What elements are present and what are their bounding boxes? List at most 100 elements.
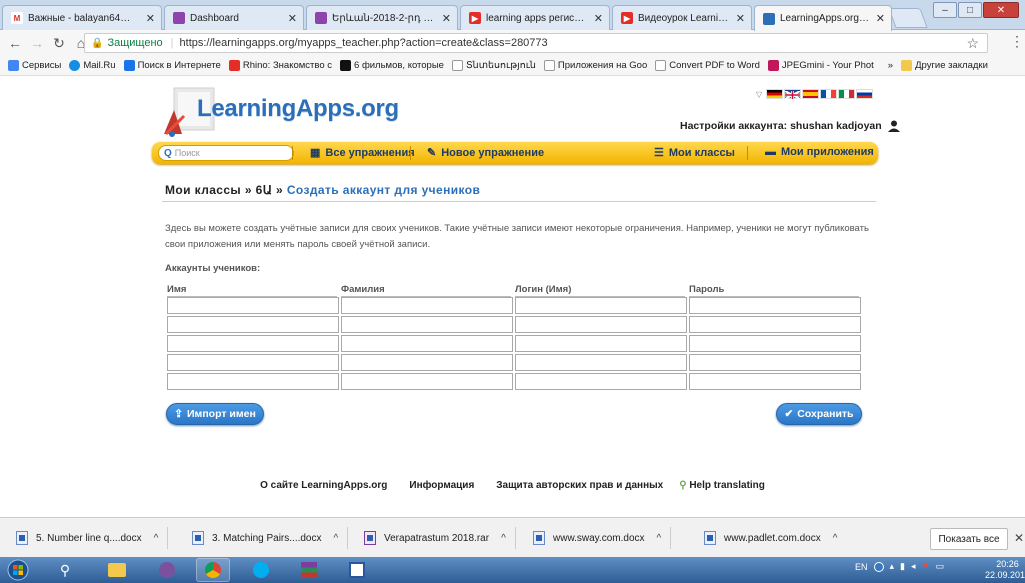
download-item[interactable]: Verapatrastum 2018.rar ^ (364, 525, 516, 551)
volume-icon[interactable]: ◂ (911, 561, 916, 572)
bookmark-item[interactable]: Поиск в Интернете (123, 60, 221, 71)
bookmark-item[interactable]: 6 фильмов, которые (340, 60, 444, 71)
password-input[interactable] (689, 335, 861, 352)
footer-about-link[interactable]: О сайте LearningApps.org (260, 480, 387, 491)
download-item[interactable]: www.sway.com.docx ^ (533, 525, 672, 551)
first-name-input[interactable] (167, 354, 339, 371)
forward-icon[interactable]: → (26, 35, 48, 51)
last-name-input[interactable] (341, 316, 513, 333)
login-input[interactable] (515, 373, 687, 390)
download-item[interactable]: 3. Matching Pairs....docx ^ (192, 525, 349, 551)
flag-es-icon[interactable] (802, 89, 820, 99)
taskbar-app-explorer[interactable] (100, 558, 134, 582)
password-input[interactable] (689, 354, 861, 371)
password-input[interactable] (689, 297, 861, 314)
first-name-input[interactable] (167, 316, 339, 333)
minimize-icon[interactable]: – (933, 2, 957, 18)
close-icon[interactable]: ✕ (288, 12, 297, 25)
taskbar-app-viber[interactable] (150, 558, 184, 582)
new-tab-button[interactable] (888, 8, 928, 28)
close-icon[interactable]: ✕ (736, 12, 745, 25)
breadcrumb-class[interactable]: 6Ա (256, 183, 273, 197)
chevron-up-icon[interactable]: ^ (833, 533, 838, 544)
flag-fr-icon[interactable] (820, 89, 838, 99)
bookmark-item[interactable]: JPEGmini - Your Phot (767, 60, 874, 71)
chevron-up-icon[interactable]: ^ (501, 533, 506, 544)
nav-my-classes[interactable]: ☰ Мои классы (654, 146, 735, 160)
network-icon[interactable]: ▮ (900, 561, 905, 572)
browser-menu-icon[interactable]: ⋮ (1010, 33, 1024, 50)
taskbar-app-chrome[interactable] (196, 558, 230, 582)
tab-youtube-1[interactable]: ▶ learning apps регистрац ✕ (460, 5, 610, 30)
bookmark-item[interactable]: Сервисы (8, 60, 61, 71)
show-all-downloads-button[interactable]: Показать все (930, 528, 1008, 550)
flag-de-icon[interactable] (766, 89, 784, 99)
save-button[interactable]: ✔ Сохранить (776, 403, 862, 425)
close-icon[interactable]: ✕ (146, 12, 155, 25)
taskbar-app-winrar[interactable] (292, 558, 326, 582)
chevron-up-icon[interactable]: ^ (154, 533, 159, 544)
password-input[interactable] (689, 373, 861, 390)
first-name-input[interactable] (167, 297, 339, 314)
footer-info-link[interactable]: Информация (409, 480, 474, 491)
last-name-input[interactable] (341, 335, 513, 352)
url-input[interactable]: 🔒 Защищено | https://learningapps.org/my… (84, 33, 988, 53)
flag-gb-icon[interactable] (784, 89, 802, 100)
flag-icon[interactable]: ⚑ (922, 561, 930, 572)
flag-ru-icon[interactable] (856, 89, 874, 99)
last-name-input[interactable] (341, 297, 513, 314)
tab-youtube-2[interactable]: ▶ Видеоурок LearningApps ✕ (612, 5, 752, 30)
tab-group[interactable]: Երևան-2018-2-րդ խումբ ✕ (306, 5, 458, 30)
nav-my-apps[interactable]: ▬ Мои приложения (765, 146, 874, 158)
chevron-down-icon[interactable]: ▽ (756, 90, 762, 99)
bookmark-item[interactable]: Rhino: Знакомство с (228, 60, 332, 71)
bookmark-item[interactable]: Convert PDF to Word (655, 60, 760, 71)
tab-learningapps[interactable]: LearningApps.org - созд ✕ (754, 5, 892, 31)
taskbar-app-search[interactable]: ⚲ (48, 558, 82, 582)
first-name-input[interactable] (167, 335, 339, 352)
start-button[interactable] (2, 558, 34, 582)
bookmark-item[interactable]: Տնտեսություն (451, 60, 536, 71)
close-icon[interactable]: ✕ (594, 12, 603, 25)
breadcrumb-my-classes[interactable]: Мои классы (165, 183, 241, 197)
import-names-button[interactable]: ⇪ Импорт имен (166, 403, 264, 425)
taskbar-app-skype[interactable] (244, 558, 278, 582)
close-icon[interactable]: ✕ (442, 12, 451, 25)
bookmark-star-icon[interactable]: ☆ (966, 35, 979, 52)
help-icon[interactable] (873, 561, 884, 572)
tab-dashboard[interactable]: Dashboard ✕ (164, 5, 304, 30)
last-name-input[interactable] (341, 373, 513, 390)
bookmark-item[interactable]: Mail.Ru (69, 60, 116, 71)
chevron-up-icon[interactable]: ^ (334, 533, 339, 544)
password-input[interactable] (689, 316, 861, 333)
bookmark-item[interactable]: Приложения на Goo (543, 60, 647, 71)
download-item[interactable]: 5. Number line q....docx ^ (16, 525, 169, 551)
clock[interactable]: 20:26 22.09.2018 (985, 559, 1025, 581)
close-icon[interactable]: ✕ (876, 12, 885, 25)
search-input[interactable]: Q Поиск (158, 145, 294, 161)
download-item[interactable]: www.padlet.com.docx ^ (704, 525, 837, 551)
account-settings-link[interactable]: Настройки аккаунта: shushan kadjoyan (680, 120, 900, 132)
back-icon[interactable]: ← (4, 35, 26, 51)
other-bookmarks[interactable]: Другие закладки (901, 60, 988, 71)
footer-translate-link[interactable]: ⚲ Help translating (679, 480, 765, 491)
site-logo[interactable]: LearningApps.org (197, 95, 399, 123)
login-input[interactable] (515, 316, 687, 333)
nav-all-exercises[interactable]: ▦ Все упражнения (310, 146, 415, 160)
chevron-up-icon[interactable]: ^ (657, 533, 662, 544)
login-input[interactable] (515, 354, 687, 371)
login-input[interactable] (515, 335, 687, 352)
language-indicator[interactable]: EN (855, 562, 868, 572)
last-name-input[interactable] (341, 354, 513, 371)
maximize-icon[interactable]: □ (958, 2, 982, 18)
reload-icon[interactable]: ↻ (48, 35, 70, 52)
login-input[interactable] (515, 297, 687, 314)
first-name-input[interactable] (167, 373, 339, 390)
bookmarks-more[interactable]: » (888, 60, 893, 71)
tray-arrow-icon[interactable]: ▴ (890, 561, 895, 572)
tab-gmail[interactable]: M Важные - balayan64@gm ✕ (2, 5, 162, 30)
nav-new-exercise[interactable]: ✎ Новое упражнение (427, 146, 544, 160)
window-close-icon[interactable]: ✕ (983, 2, 1019, 18)
flag-it-icon[interactable] (838, 89, 856, 99)
display-icon[interactable]: ▭ (936, 561, 945, 572)
